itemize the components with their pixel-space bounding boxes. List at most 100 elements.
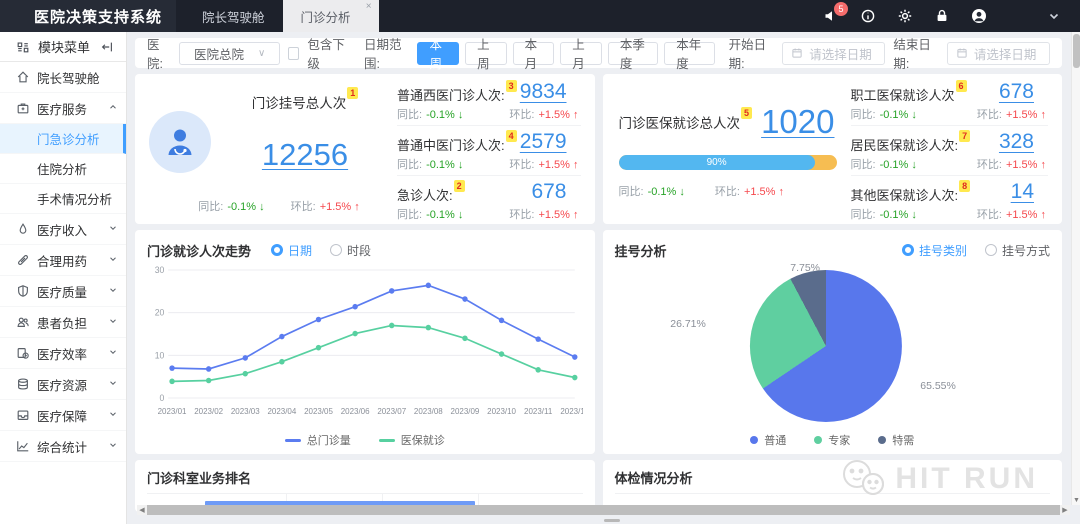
range-button-本周[interactable]: 本周 [417, 42, 459, 65]
sidebar-item-医疗保障[interactable]: 医疗保障 [0, 400, 126, 431]
legend-item-医保就诊[interactable]: 医保就诊 [379, 432, 445, 448]
legend-item-总门诊量[interactable]: 总门诊量 [285, 432, 351, 448]
sidebar-item-综合统计[interactable]: 综合统计 [0, 431, 126, 462]
user-avatar-icon[interactable] [971, 8, 987, 24]
trend-radio-时段[interactable]: 时段 [330, 242, 371, 259]
legend-item-专家[interactable]: 专家 [814, 432, 850, 448]
info-icon[interactable] [860, 8, 876, 24]
scroll-down-arrow-icon[interactable]: ▼ [1072, 497, 1080, 504]
sidebar-item-医疗效率[interactable]: 医疗效率 [0, 338, 126, 369]
range-button-本月[interactable]: 本月 [513, 42, 555, 65]
x-tick-label: 2023/06 [341, 407, 370, 416]
stat-value[interactable]: 14 [1011, 180, 1034, 204]
sidebar-subitem-住院分析[interactable]: 住院分析 [0, 154, 126, 184]
data-point[interactable] [206, 366, 211, 372]
horizontal-scrollbar[interactable]: ◀ ▶ [137, 505, 1070, 515]
sidebar-subitem-手术情况分析[interactable]: 手术情况分析 [0, 184, 126, 214]
tab-label: 门诊分析 [301, 7, 351, 26]
range-button-本季度[interactable]: 本季度 [608, 42, 658, 65]
lock-icon[interactable] [934, 8, 950, 24]
data-point[interactable] [316, 345, 321, 351]
line-series [172, 325, 575, 381]
data-point[interactable] [499, 318, 504, 324]
sidebar-item-院长驾驶舱[interactable]: 院长驾驶舱 [0, 62, 126, 93]
insurance-stats: 职工医保就诊人次6678 同比:-0.1% ↓环比:+1.5% ↑ 居民医保就诊… [843, 74, 1063, 224]
data-point[interactable] [279, 334, 284, 340]
data-point[interactable] [389, 323, 394, 329]
trend-radio-日期[interactable]: 日期 [271, 242, 312, 259]
range-button-上周[interactable]: 上周 [465, 42, 507, 65]
scroll-right-arrow-icon[interactable]: ▶ [1060, 505, 1070, 515]
data-point[interactable] [352, 304, 357, 310]
tab-close-icon[interactable]: × [366, 2, 372, 12]
stat-value[interactable]: 2579 [520, 130, 567, 154]
range-button-本年度[interactable]: 本年度 [664, 42, 714, 65]
insurance-total-value[interactable]: 1020 [761, 103, 834, 141]
data-point[interactable] [243, 355, 248, 361]
legend-item-普通[interactable]: 普通 [750, 432, 786, 448]
department-ranking-title: 门诊科室业务排名 [147, 468, 583, 494]
data-point[interactable] [389, 288, 394, 294]
stat-value[interactable]: 9834 [520, 80, 567, 104]
vertical-scroll-thumb[interactable] [1073, 34, 1080, 68]
data-point[interactable] [462, 335, 467, 341]
settings-gear-icon[interactable] [897, 8, 913, 24]
tab-outpatient-analysis[interactable]: 门诊分析 × [283, 0, 379, 32]
data-point[interactable] [462, 296, 467, 302]
start-date-input[interactable]: 请选择日期 [782, 42, 885, 65]
data-point[interactable] [169, 379, 174, 385]
data-point[interactable] [206, 378, 211, 384]
tab-dashboard[interactable]: 院长驾驶舱 [184, 0, 283, 32]
data-point[interactable] [279, 359, 284, 365]
data-point[interactable] [572, 354, 577, 360]
pie-graphic[interactable] [750, 270, 902, 422]
chevron-down-icon [108, 408, 118, 422]
end-date-input[interactable]: 请选择日期 [947, 42, 1050, 65]
x-tick-label: 2023/12 [560, 407, 582, 416]
registration-total-value[interactable]: 12256 [227, 137, 383, 173]
database-icon [16, 377, 30, 391]
sidebar-collapse-icon[interactable] [100, 40, 114, 54]
sidebar-item-医疗服务[interactable]: 医疗服务 [0, 93, 126, 124]
app-title: 医院决策支持系统 [34, 6, 162, 27]
data-point[interactable] [243, 371, 248, 377]
vertical-scrollbar[interactable]: ▼ [1071, 32, 1080, 505]
data-point[interactable] [426, 325, 431, 331]
data-point[interactable] [316, 317, 321, 323]
data-point[interactable] [352, 331, 357, 337]
data-point[interactable] [169, 365, 174, 371]
resize-handle[interactable] [604, 519, 620, 522]
start-date-placeholder: 请选择日期 [809, 44, 872, 63]
sidebar-item-合理用药[interactable]: 合理用药 [0, 245, 126, 276]
header-chevron-down-icon[interactable] [1046, 8, 1062, 24]
register-radio-挂号类别[interactable]: 挂号类别 [902, 242, 967, 259]
legend-item-特需[interactable]: 特需 [878, 432, 914, 448]
data-point[interactable] [535, 367, 540, 373]
sidebar-menu: 院长驾驶舱医疗服务门急诊分析住院分析手术情况分析医疗收入合理用药医疗质量患者负担… [0, 62, 126, 462]
notification-speaker-icon[interactable]: 5 [823, 8, 839, 24]
stat-value[interactable]: 678 [531, 180, 566, 204]
data-point[interactable] [426, 283, 431, 289]
hospital-select[interactable]: 医院总院 ∨ [179, 42, 280, 65]
scroll-left-arrow-icon[interactable]: ◀ [137, 505, 147, 515]
sidebar-item-label: 医疗服务 [37, 99, 87, 118]
sidebar-item-患者负担[interactable]: 患者负担 [0, 307, 126, 338]
stat-value[interactable]: 328 [999, 130, 1034, 154]
stat-label: 普通中医门诊人次:4 [397, 135, 517, 154]
mom-value: +1.5% ↑ [320, 201, 360, 213]
data-point[interactable] [535, 336, 540, 342]
data-point[interactable] [572, 375, 577, 381]
horizontal-scroll-thumb[interactable] [147, 505, 1060, 515]
sidebar-subitem-门急诊分析[interactable]: 门急诊分析 [0, 124, 126, 154]
range-button-上月[interactable]: 上月 [560, 42, 602, 65]
include-sub-checkbox[interactable] [288, 47, 299, 60]
hospital-label: 医院: [147, 34, 171, 72]
data-point[interactable] [499, 351, 504, 357]
sidebar-item-医疗收入[interactable]: 医疗收入 [0, 214, 126, 245]
clock-icon [16, 346, 30, 360]
y-tick-label: 10 [155, 350, 165, 360]
stat-value[interactable]: 678 [999, 80, 1034, 104]
sidebar-item-医疗质量[interactable]: 医疗质量 [0, 276, 126, 307]
register-radio-挂号方式[interactable]: 挂号方式 [985, 242, 1050, 259]
sidebar-item-医疗资源[interactable]: 医疗资源 [0, 369, 126, 400]
